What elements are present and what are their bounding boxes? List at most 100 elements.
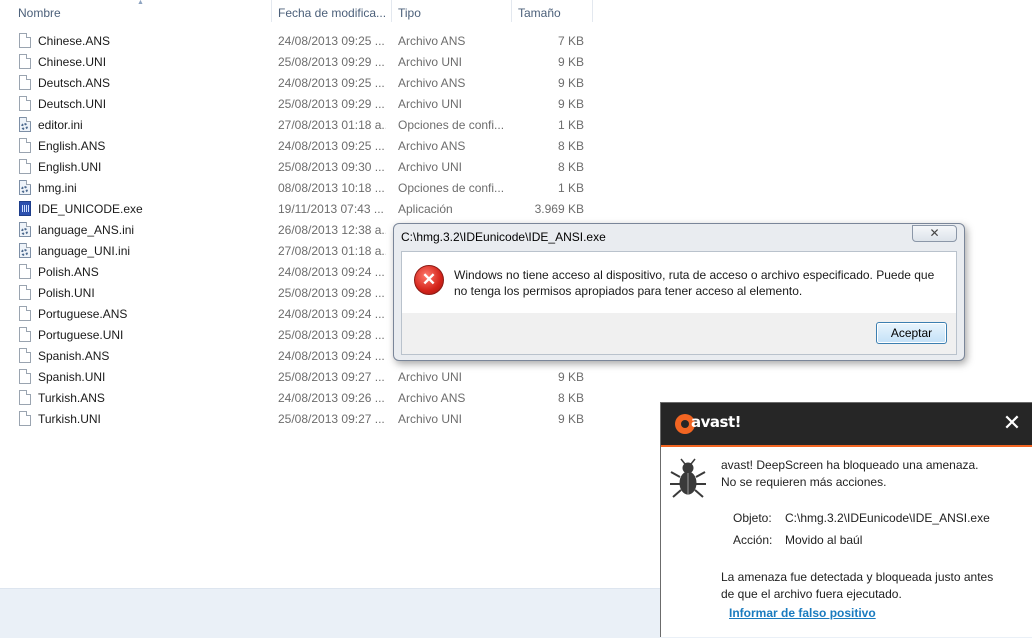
avast-subline: No se requieren más acciones. bbox=[721, 475, 887, 489]
dialog-title: C:\hmg.3.2\IDEunicode\IDE_ANSI.exe bbox=[401, 230, 606, 244]
bug-icon bbox=[670, 458, 706, 498]
file-type: Archivo ANS bbox=[398, 391, 466, 405]
column-header-type[interactable]: Tipo bbox=[392, 0, 510, 22]
file-name: Deutsch.UNI bbox=[38, 97, 107, 111]
file-type: Archivo UNI bbox=[398, 160, 463, 174]
object-label: Objeto: bbox=[733, 511, 772, 525]
file-size: 8 KB bbox=[557, 391, 584, 405]
file-size: 9 KB bbox=[557, 97, 584, 111]
settings-file-icon bbox=[19, 222, 31, 237]
file-row[interactable]: English.UNI 25/08/2013 09:30 ... Archivo U… bbox=[0, 157, 600, 178]
file-name: language_UNI.ini bbox=[38, 244, 131, 258]
file-date: 27/08/2013 01:18 a... bbox=[278, 244, 386, 258]
column-divider[interactable] bbox=[592, 0, 593, 22]
file-row[interactable]: Deutsch.UNI 25/08/2013 09:29 ... Archivo U… bbox=[0, 94, 600, 115]
file-type: Aplicación bbox=[398, 202, 453, 216]
avast-notification: avast! ✕ avast! DeepScreen ha bloqueado … bbox=[660, 402, 1032, 637]
application-icon bbox=[19, 201, 31, 216]
file-name: Polish.UNI bbox=[38, 286, 95, 300]
file-row[interactable]: English.ANS 24/08/2013 09:25 ... Archivo A… bbox=[0, 136, 600, 157]
document-icon bbox=[19, 411, 31, 426]
file-row[interactable]: Chinese.ANS 24/08/2013 09:25 ... Archivo A… bbox=[0, 31, 600, 52]
file-date: 19/11/2013 07:43 ... bbox=[278, 202, 384, 216]
file-name: Portuguese.UNI bbox=[38, 328, 124, 342]
document-icon bbox=[19, 348, 31, 363]
error-dialog: C:\hmg.3.2\IDEunicode\IDE_ANSI.exe ✕ Win… bbox=[393, 223, 965, 361]
error-message: Windows no tiene acceso al dispositivo, … bbox=[454, 268, 935, 298]
file-size: 9 KB bbox=[557, 76, 584, 90]
file-name: Spanish.ANS bbox=[38, 349, 110, 363]
document-icon bbox=[19, 264, 31, 279]
file-row[interactable]: Turkish.ANS 24/08/2013 09:26 ... Archivo A… bbox=[0, 388, 600, 409]
document-icon bbox=[19, 327, 31, 342]
file-name: Polish.ANS bbox=[38, 265, 99, 279]
file-name: Turkish.UNI bbox=[38, 412, 101, 426]
document-icon bbox=[19, 369, 31, 384]
dialog-body: Windows no tiene acceso al dispositivo, … bbox=[401, 251, 957, 355]
threat-detail-line-1: La amenaza fue detectada y bloqueada jus… bbox=[721, 570, 994, 584]
file-size: 3.969 KB bbox=[534, 202, 584, 216]
accept-button[interactable]: Aceptar bbox=[876, 322, 947, 344]
avast-headline: avast! DeepScreen ha bloqueado una amena… bbox=[721, 458, 979, 472]
file-name: IDE_UNICODE.exe bbox=[38, 202, 143, 216]
file-type: Archivo UNI bbox=[398, 97, 463, 111]
file-row[interactable]: hmg.ini 08/08/2013 10:18 ... Opciones de c… bbox=[0, 178, 600, 199]
settings-file-icon bbox=[19, 180, 31, 195]
file-row[interactable]: editor.ini 27/08/2013 01:18 a... Opciones … bbox=[0, 115, 600, 136]
document-icon bbox=[19, 138, 31, 153]
file-type: Opciones de confi... bbox=[398, 118, 505, 132]
file-date: 25/08/2013 09:29 ... bbox=[278, 55, 385, 69]
file-date: 25/08/2013 09:27 ... bbox=[278, 412, 385, 426]
file-type: Opciones de confi... bbox=[398, 181, 505, 195]
object-value: C:\hmg.3.2\IDEunicode\IDE_ANSI.exe bbox=[785, 511, 990, 525]
error-icon bbox=[414, 265, 444, 295]
dialog-content: Windows no tiene acceso al dispositivo, … bbox=[402, 252, 956, 313]
file-date: 27/08/2013 01:18 a... bbox=[278, 118, 386, 132]
column-header-size[interactable]: Tamaño bbox=[512, 0, 592, 22]
document-icon bbox=[19, 390, 31, 405]
file-row[interactable]: IDE_UNICODE.exe 19/11/2013 07:43 ... Aplic… bbox=[0, 199, 600, 220]
file-type: Archivo ANS bbox=[398, 76, 466, 90]
file-name: editor.ini bbox=[38, 118, 83, 132]
avast-close-button[interactable]: ✕ bbox=[1001, 413, 1023, 435]
document-icon bbox=[19, 33, 31, 48]
action-value: Movido al baúl bbox=[785, 533, 863, 547]
file-size: 9 KB bbox=[557, 370, 584, 384]
file-name: Spanish.UNI bbox=[38, 370, 106, 384]
file-date: 25/08/2013 09:28 ... bbox=[278, 328, 385, 342]
file-name: Chinese.UNI bbox=[38, 55, 107, 69]
file-size: 9 KB bbox=[557, 412, 584, 426]
file-size: 9 KB bbox=[557, 55, 584, 69]
dialog-close-button[interactable]: ✕ bbox=[912, 225, 957, 242]
file-date: 25/08/2013 09:30 ... bbox=[278, 160, 385, 174]
file-date: 08/08/2013 10:18 ... bbox=[278, 181, 385, 195]
document-icon bbox=[19, 159, 31, 174]
column-header-date[interactable]: Fecha de modifica... bbox=[272, 0, 390, 22]
file-row[interactable]: Turkish.UNI 25/08/2013 09:27 ... Archivo U… bbox=[0, 409, 600, 430]
file-name: hmg.ini bbox=[38, 181, 77, 195]
avast-header: avast! ✕ bbox=[661, 403, 1032, 447]
sort-ascending-icon: ▲ bbox=[137, 0, 144, 6]
file-row[interactable]: Chinese.UNI 25/08/2013 09:29 ... Archivo U… bbox=[0, 52, 600, 73]
file-date: 24/08/2013 09:26 ... bbox=[278, 391, 385, 405]
file-name: Turkish.ANS bbox=[38, 391, 105, 405]
settings-file-icon bbox=[19, 117, 31, 132]
file-date: 24/08/2013 09:25 ... bbox=[278, 139, 385, 153]
file-type: Archivo ANS bbox=[398, 34, 466, 48]
file-size: 7 KB bbox=[557, 34, 584, 48]
file-date: 26/08/2013 12:38 a... bbox=[278, 223, 386, 237]
report-false-positive-link[interactable]: Informar de falso positivo bbox=[729, 606, 876, 620]
avast-logo-text: avast! bbox=[691, 413, 741, 431]
file-type: Archivo UNI bbox=[398, 370, 463, 384]
file-type: Archivo ANS bbox=[398, 139, 466, 153]
file-size: 8 KB bbox=[557, 139, 584, 153]
file-row[interactable]: Deutsch.ANS 24/08/2013 09:25 ... Archivo A… bbox=[0, 73, 600, 94]
document-icon bbox=[19, 96, 31, 111]
file-type: Archivo UNI bbox=[398, 412, 463, 426]
document-icon bbox=[19, 75, 31, 90]
file-name: language_ANS.ini bbox=[38, 223, 135, 237]
file-size: 1 KB bbox=[557, 118, 584, 132]
file-type: Archivo UNI bbox=[398, 55, 463, 69]
file-row[interactable]: Spanish.UNI 25/08/2013 09:27 ... Archivo U… bbox=[0, 367, 600, 388]
file-date: 24/08/2013 09:24 ... bbox=[278, 307, 385, 321]
